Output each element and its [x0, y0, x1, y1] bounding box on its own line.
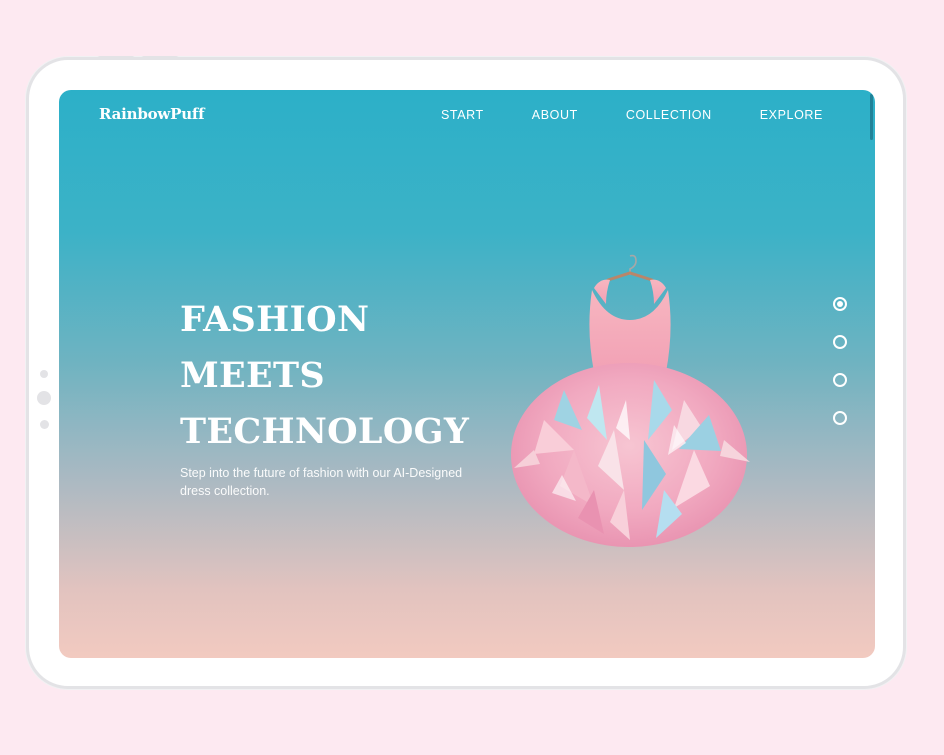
tablet-camera-dot	[40, 370, 48, 378]
dress-image	[511, 254, 750, 547]
headline-line: TECHNOLOGY	[180, 411, 470, 452]
nav-link-collection[interactable]: COLLECTION	[626, 108, 712, 122]
headline-line: FASHION	[180, 299, 370, 340]
scrollbar[interactable]	[870, 94, 873, 140]
hero-headline: FASHION MEETS TECHNOLOGY	[180, 292, 469, 460]
feather-skirt	[511, 363, 750, 547]
brand-logo[interactable]: RainbowPuff	[99, 105, 205, 123]
hero-subtitle: Step into the future of fashion with our…	[180, 466, 463, 498]
pager-dot-3[interactable]	[833, 373, 847, 387]
landing-page-screen: RainbowPuff START ABOUT COLLECTION EXPLO…	[59, 90, 875, 658]
tablet-side-button	[37, 391, 51, 405]
main-nav: START ABOUT COLLECTION EXPLORE	[441, 108, 823, 122]
tablet-top-button	[141, 56, 179, 60]
nav-link-about[interactable]: ABOUT	[532, 108, 578, 122]
nav-link-start[interactable]: START	[441, 108, 484, 122]
pager-dot-1[interactable]	[833, 297, 847, 311]
headline-line: MEETS	[180, 355, 325, 396]
nav-link-explore[interactable]: EXPLORE	[760, 108, 823, 122]
pager-dot-2[interactable]	[833, 335, 847, 349]
tablet-sensor-dot	[40, 420, 49, 429]
tablet-top-button	[97, 56, 135, 60]
slide-pager	[833, 297, 847, 425]
pager-dot-4[interactable]	[833, 411, 847, 425]
hanger-icon	[606, 254, 654, 282]
